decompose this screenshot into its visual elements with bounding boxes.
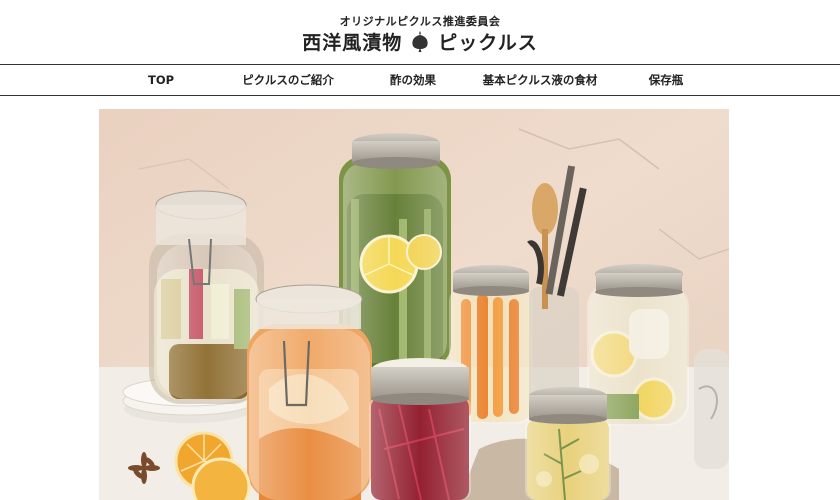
nav-item-pickles-intro[interactable]: ピクルスのご紹介 [242,65,334,95]
nav-item-storage-jars[interactable]: 保存瓶 [649,65,684,95]
logo-text-right: ピックルス [438,31,538,54]
nav-item-top[interactable]: TOP [148,65,174,95]
nav-item-vinegar-effect[interactable]: 酢の効果 [390,65,436,95]
logo-text-left: 西洋風漬物 [302,31,403,54]
pickle-jars-photo [99,109,729,500]
nav-item-basic-ingredients[interactable]: 基本ピクルス液の食材 [483,65,598,95]
hero-image [99,109,729,500]
site-logo[interactable]: 西洋風漬物 ピックルス [0,28,840,54]
site-tagline: オリジナルピクルス推進委員会 [339,15,501,28]
main-nav: TOP ピクルスのご紹介 酢の効果 基本ピクルス液の食材 保存瓶 [0,64,840,96]
site-header: オリジナルピクルス推進委員会 西洋風漬物 ピックルス [0,0,840,64]
onion-icon [408,29,432,53]
